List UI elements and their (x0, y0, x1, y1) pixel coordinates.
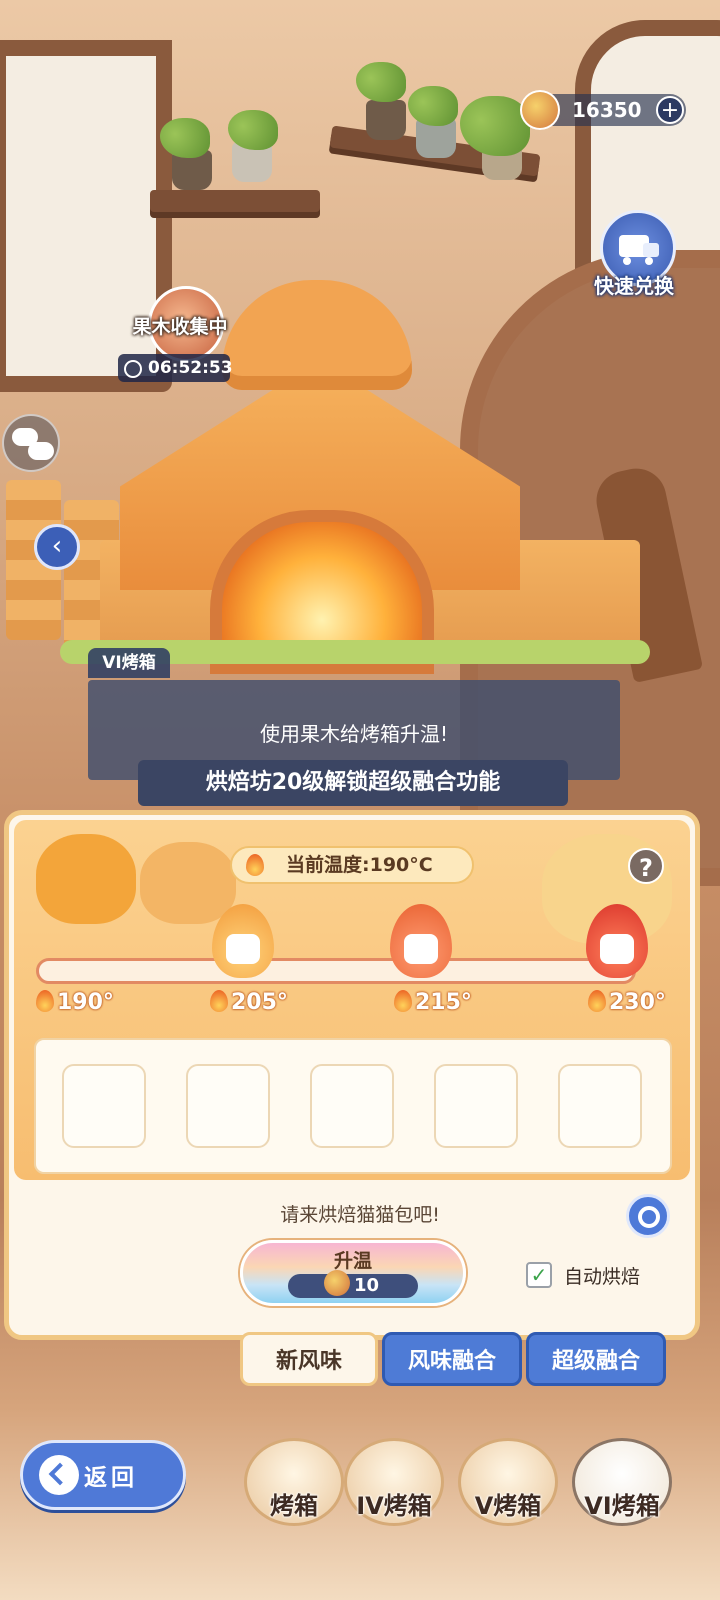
current-temperature-text: 当前温度:190°C (286, 854, 433, 876)
left-window (0, 40, 172, 392)
oven-tab-label: IV烤箱 (356, 1492, 432, 1520)
collapse-side-button[interactable]: ‹ (34, 524, 80, 570)
plant-leaves (356, 62, 406, 102)
cat-bread-icon (226, 934, 260, 964)
oven-tab-6[interactable]: VI烤箱 (572, 1420, 672, 1530)
temp-tick: 215° (394, 990, 472, 1015)
currency-value: 16350 (572, 98, 642, 122)
cat-bread-decoration (140, 842, 236, 924)
temp-tick: 230° (588, 990, 666, 1015)
unlock-banner: 烘焙坊20级解锁超级融合功能 (138, 760, 568, 806)
flame-icon (394, 990, 412, 1012)
temp-tick: 190° (36, 990, 114, 1015)
flame-icon (36, 990, 54, 1012)
chat-button[interactable] (2, 414, 60, 472)
plant-leaves (160, 118, 210, 158)
auto-bake-label[interactable]: 自动烘焙 (564, 1262, 640, 1289)
bake-slot[interactable] (310, 1064, 394, 1148)
tab-super-fusion[interactable]: 超级融合 (526, 1332, 666, 1386)
auto-bake-checkbox[interactable]: ✓ (526, 1262, 552, 1288)
flame-icon (588, 990, 606, 1012)
gear-icon[interactable] (626, 1194, 670, 1238)
oven-tab-5[interactable]: V烤箱 (458, 1420, 558, 1530)
flame-icon (246, 854, 264, 876)
collect-timer-value: 06:52:53 (148, 358, 233, 378)
add-currency-button[interactable]: + (656, 96, 684, 124)
dialog-speaker: VI烤箱 (88, 648, 170, 678)
chat-bubble-icon (28, 442, 54, 460)
oven-tab-3[interactable]: 烤箱 (244, 1420, 344, 1530)
oven-tab-label: V烤箱 (474, 1492, 542, 1520)
oven-tab-label: 烤箱 (270, 1492, 318, 1520)
plant-pot (366, 100, 406, 140)
currency-counter: 16350 + (520, 90, 686, 130)
help-button[interactable]: ? (628, 848, 664, 884)
cat-bread-icon (600, 934, 634, 964)
current-temperature: 当前温度:190°C (230, 846, 474, 884)
oven-tab-4[interactable]: IV烤箱 (344, 1420, 444, 1530)
bake-prompt: 请来烘焙猫猫包吧! (280, 1204, 440, 1226)
bake-slot[interactable] (62, 1064, 146, 1148)
fruitwood-collecting-label: 果木收集中 (132, 316, 228, 338)
left-shelf (150, 190, 320, 212)
temp-tick-label: 190° (57, 990, 114, 1015)
heat-up-label[interactable]: 升温 (240, 1246, 466, 1273)
fruitwood-coin-icon (324, 1270, 350, 1296)
temp-tick-label: 230° (609, 990, 666, 1015)
tab-new-flavor[interactable]: 新风味 (240, 1332, 378, 1386)
oven-tab-label: VI烤箱 (584, 1492, 660, 1520)
plant-leaves (228, 110, 278, 150)
bake-slot[interactable] (558, 1064, 642, 1148)
tab-flavor-fusion[interactable]: 风味融合 (382, 1332, 522, 1386)
back-label[interactable]: 返回 (84, 1458, 138, 1492)
temp-tick: 205° (210, 990, 288, 1015)
collect-timer: 06:52:53 (118, 354, 233, 382)
back-arrow-icon (39, 1455, 79, 1495)
plant-leaves (408, 86, 458, 126)
quick-exchange-label[interactable]: 快速兑换 (584, 270, 684, 299)
oven-chef-hat (222, 280, 412, 390)
cat-bread-icon (404, 934, 438, 964)
heat-up-cost-value: 10 (354, 1275, 380, 1296)
temperature-track (36, 958, 636, 984)
chevron-left-icon: ‹ (51, 531, 63, 561)
flame-icon (210, 990, 228, 1012)
temp-tick-label: 215° (415, 990, 472, 1015)
fruitwood-coin-icon (520, 90, 560, 130)
cat-bread-decoration (36, 834, 136, 924)
bake-slot[interactable] (434, 1064, 518, 1148)
temp-tick-label: 205° (231, 990, 288, 1015)
dialog-text: 使用果木给烤箱升温! (259, 722, 449, 746)
clock-icon (124, 360, 142, 378)
bake-slot[interactable] (186, 1064, 270, 1148)
heat-up-cost: 10 (288, 1270, 418, 1298)
